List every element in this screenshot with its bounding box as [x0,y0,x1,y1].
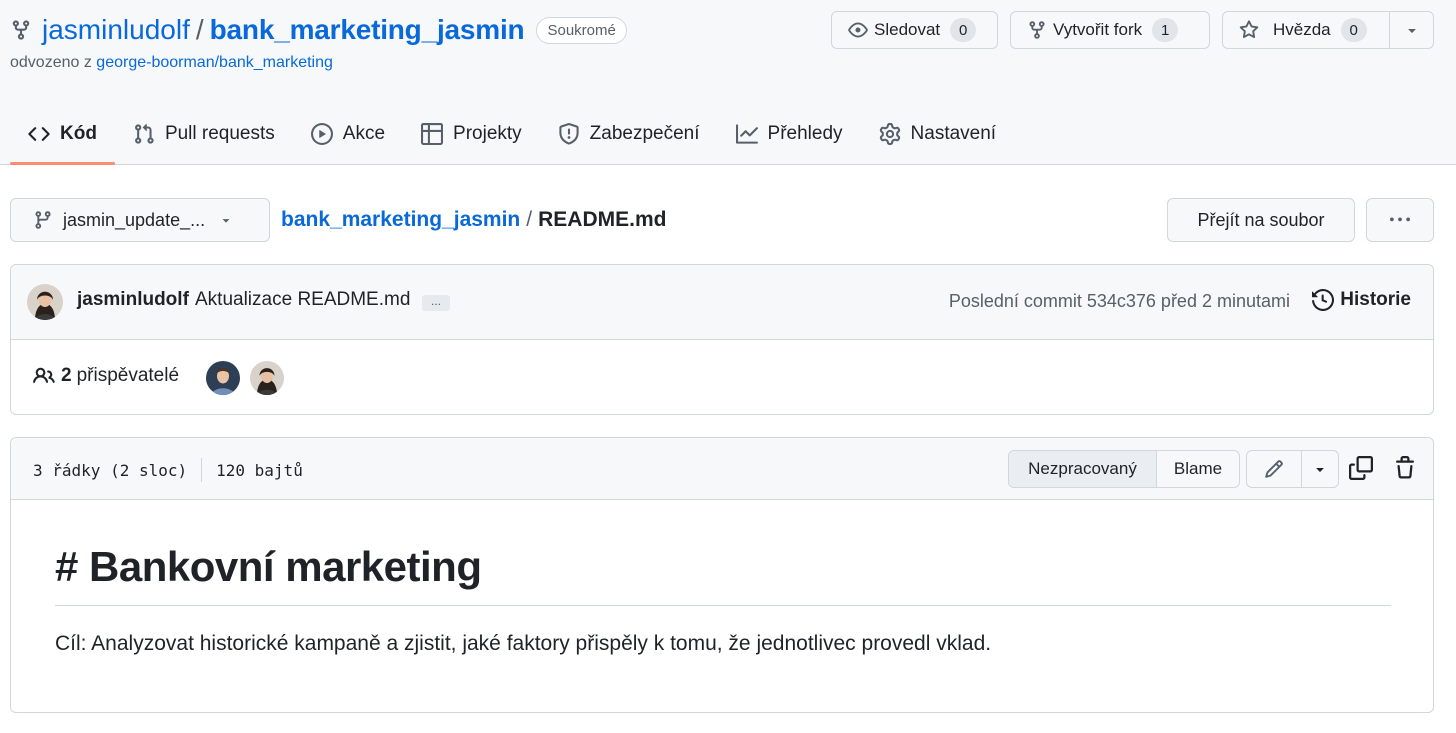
watch-count: 0 [950,18,977,42]
repo-tabs: Kód Pull requests Akce Projekty Zabezpeč… [10,104,1015,165]
graph-icon [735,123,758,145]
file-size: 120 bajtů [216,460,303,480]
commit-author-link[interactable]: jasminludolf [77,289,189,311]
trash-icon [1396,456,1414,479]
repo-forked-icon [10,19,32,41]
fork-count: 1 [1152,18,1179,42]
tab-insights[interactable]: Přehledy [718,104,861,164]
repo-header: jasminludolf / bank_marketing_jasmin Sou… [0,0,1456,165]
commit-message-link[interactable]: Aktualizace README.md [195,289,410,311]
repo-forked-icon [1027,20,1047,40]
forked-from: odvozeno z george-boorman/bank_marketing [10,54,333,72]
fork-button[interactable]: Vytvořit fork 1 [1010,11,1210,49]
tab-actions[interactable]: Akce [293,104,403,164]
tab-pull-requests-label: Pull requests [164,123,275,144]
visibility-badge: Soukromé [536,16,627,44]
code-icon [28,123,50,145]
forked-from-link[interactable]: george-boorman/bank_marketing [96,54,333,71]
breadcrumb-repo-link[interactable]: bank_marketing_jasmin [281,208,520,232]
tab-actions-label: Akce [342,123,386,144]
tab-security-label: Zabezpečení [589,123,700,144]
tab-insights-label: Přehledy [767,123,843,144]
triangle-down-icon [1316,468,1324,472]
raw-button[interactable]: Nezpracovaný [1009,451,1157,487]
readme-content: # Bankovní marketing Cíl: Analyzovat his… [55,543,1391,656]
breadcrumb: bank_marketing_jasmin / README.md [281,205,666,235]
star-icon [1239,20,1259,40]
contributors-label: přispěvatelé [76,365,180,386]
contributors-count: 2 [61,365,72,386]
tab-projects[interactable]: Projekty [403,104,540,164]
triangle-down-icon [1407,29,1416,33]
gear-icon [879,123,901,145]
tab-code[interactable]: Kód [10,104,115,165]
shield-icon [558,123,580,145]
git-pull-request-icon [133,123,155,145]
repo-owner-link[interactable]: jasminludolf [42,14,190,46]
fork-label: Vytvořit fork [1053,20,1143,39]
history-link[interactable]: Historie [1312,289,1411,311]
breadcrumb-separator: / [526,208,533,231]
history-icon [1312,289,1335,311]
star-label: Hvězda [1273,20,1331,39]
pencil-icon [1265,460,1283,478]
avatar[interactable] [206,361,240,395]
blame-button[interactable]: Blame [1157,451,1239,487]
go-to-file-button[interactable]: Přejít na soubor [1167,198,1355,242]
latest-commit-box: jasminludolf Aktualizace README.md ... P… [10,264,1434,415]
copy-button[interactable] [1349,456,1373,480]
edit-group [1246,450,1339,488]
tab-pull-requests[interactable]: Pull requests [115,104,293,164]
delete-button[interactable] [1393,456,1417,480]
file-info-divider [201,458,203,482]
star-dropdown-button[interactable] [1389,12,1433,48]
more-options-button[interactable] [1366,198,1434,242]
star-count: 0 [1340,18,1367,42]
play-icon [310,123,333,145]
people-icon [33,365,55,387]
triangle-down-icon [219,213,233,227]
avatar[interactable] [250,361,284,395]
commit-expand-button[interactable]: ... [422,295,450,311]
commit-header: jasminludolf Aktualizace README.md ... P… [11,265,1433,340]
breadcrumb-file-name: README.md [538,208,667,231]
edit-dropdown-button[interactable] [1302,451,1338,487]
forked-from-prefix: odvozeno z [10,54,92,71]
tab-settings-label: Nastavení [910,123,997,144]
git-branch-icon [33,210,53,230]
readme-heading: # Bankovní marketing [55,543,1391,606]
repo-name-link[interactable]: bank_marketing_jasmin [210,14,525,46]
edit-button[interactable] [1247,451,1302,487]
star-button[interactable]: Hvězda 0 [1222,11,1434,49]
commit-meta[interactable]: Poslední commit 534c376 před 2 minutami [949,291,1290,312]
branch-name: jasmin_update_... [63,209,206,230]
readme-paragraph: Cíl: Analyzovat historické kampaně a zji… [55,632,992,655]
eye-icon [848,20,868,40]
file-line-count: 3 řádky (2 sloc) [33,460,188,480]
tab-settings[interactable]: Nastavení [861,104,1015,164]
copy-icon [1349,456,1373,480]
watch-label: Sledovat [874,20,941,39]
kebab-horizontal-icon [1390,217,1410,222]
contributors-link[interactable]: 2 přispěvatelé [33,365,179,387]
file-header: 3 řádky (2 sloc) 120 bajtů Nezpracovaný … [11,438,1433,500]
file-info: 3 řádky (2 sloc) 120 bajtů [33,458,303,482]
view-mode-group: Nezpracovaný Blame [1008,450,1240,488]
tab-projects-label: Projekty [453,123,522,144]
repo-title: jasminludolf / bank_marketing_jasmin Sou… [10,12,627,48]
repo-title-separator: / [195,14,204,45]
history-label: Historie [1340,289,1411,310]
file-viewer: 3 řádky (2 sloc) 120 bajtů Nezpracovaný … [10,437,1434,713]
branch-selector[interactable]: jasmin_update_... [10,198,270,242]
tab-security[interactable]: Zabezpečení [540,104,718,164]
tab-code-label: Kód [60,123,97,144]
watch-button[interactable]: Sledovat 0 [831,11,998,49]
table-icon [421,123,444,145]
avatar[interactable] [27,284,63,320]
